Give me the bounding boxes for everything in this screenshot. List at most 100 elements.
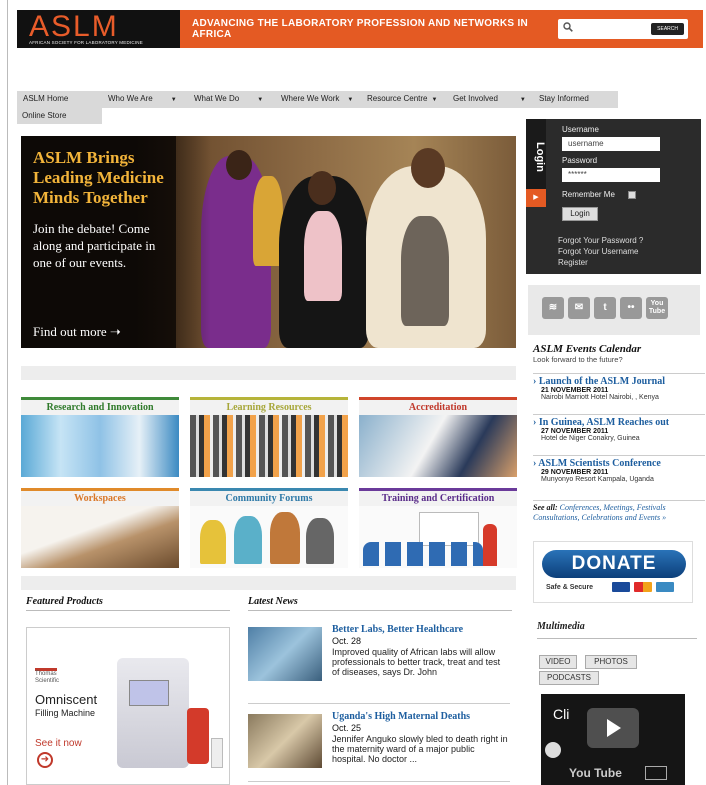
arrow-right-icon[interactable]: ➜: [37, 752, 53, 768]
nav-item-stay-informed[interactable]: Stay Informed: [539, 94, 589, 103]
event-title: › In Guinea, ASLM Reaches out: [533, 417, 670, 428]
event-date: 29 NOVEMBER 2011: [541, 469, 609, 476]
play-button[interactable]: [587, 708, 639, 748]
featured-product-card[interactable]: Thomas Scientific Omniscent Filling Mach…: [26, 627, 230, 785]
site-header: ASLM AFRICAN SOCIETY FOR LABORATORY MEDI…: [17, 10, 703, 48]
nav-item-online-store[interactable]: Online Store: [17, 108, 102, 124]
event-date: 27 NOVEMBER 2011: [541, 428, 609, 435]
book-desk-image: [21, 506, 179, 568]
news-title[interactable]: Better Labs, Better Healthcare: [332, 624, 463, 635]
tile-label: Research and Innovation: [21, 397, 179, 415]
multimedia-heading: Multimedia: [537, 621, 585, 632]
nav-label: What We Do: [194, 94, 240, 103]
hero-person-shirt: [304, 211, 342, 301]
multimedia-section: Multimedia: [537, 621, 697, 639]
tile-workspaces[interactable]: Workspaces: [21, 488, 179, 568]
event-title: › Launch of the ASLM Journal: [533, 376, 665, 387]
logo-subtitle: AFRICAN SOCIETY FOR LABORATORY MEDICINE: [29, 40, 143, 45]
nav-item-resource-centre[interactable]: Resource Centre ▼: [367, 94, 437, 103]
tab-photos[interactable]: PHOTOS: [585, 655, 637, 669]
hero-cta-link[interactable]: Find out more ➝: [33, 324, 121, 340]
nav-label: Where We Work: [281, 94, 340, 103]
tile-community-forums[interactable]: Community Forums: [190, 488, 348, 568]
remember-me-label: Remember Me: [562, 190, 615, 199]
login-arrow-icon[interactable]: ▶: [526, 189, 546, 207]
login-button[interactable]: Login: [562, 207, 598, 221]
vial-image: [211, 738, 223, 768]
username-field[interactable]: username: [562, 137, 660, 151]
nav-label: Stay Informed: [539, 94, 589, 103]
machine-screen: [129, 680, 169, 706]
people-illustration-image: [190, 506, 348, 568]
arrow-right-icon: ➝: [109, 324, 121, 339]
event-item[interactable]: › Launch of the ASLM Journal 21 NOVEMBER…: [533, 373, 705, 401]
divider-bar: [21, 576, 516, 590]
training-illustration-image: [359, 506, 517, 568]
event-place: Hotel de Niger Conakry, Guinea: [541, 435, 640, 442]
event-item[interactable]: › ASLM Scientists Conference 29 NOVEMBER…: [533, 455, 705, 483]
nav-item-get-involved[interactable]: Get Involved ▼: [453, 94, 526, 103]
register-link[interactable]: Register: [558, 258, 588, 267]
tile-label: Community Forums: [190, 488, 348, 506]
search-input[interactable]: SEARCH: [558, 19, 688, 39]
nav-item-who-we-are[interactable]: Who We Are ▼: [108, 94, 177, 103]
nav-label: Resource Centre: [367, 94, 428, 103]
events-see-all[interactable]: See all: Conferences, Meetings, Festival…: [533, 500, 705, 523]
progress-knob[interactable]: [545, 742, 561, 758]
social-icons: ≋ ✉ t •• You Tube: [528, 285, 700, 335]
featured-products-heading: Featured Products: [26, 596, 230, 611]
youtube-icon[interactable]: You Tube: [646, 297, 668, 319]
nav-label: Online Store: [22, 111, 67, 120]
logo-text: ASLM: [29, 10, 119, 43]
fullscreen-icon[interactable]: [645, 766, 667, 780]
latest-news-heading: Latest News: [248, 596, 512, 611]
remember-me-checkbox[interactable]: [628, 191, 636, 199]
search-button[interactable]: SEARCH: [651, 23, 684, 35]
hero-face: [226, 150, 252, 180]
events-title: ASLM Events Calendar: [533, 343, 642, 355]
twitter-icon[interactable]: t: [594, 297, 616, 319]
chevron-down-icon: ▼: [519, 97, 526, 103]
flickr-icon[interactable]: ••: [620, 297, 642, 319]
donate-panel[interactable]: DONATE Safe & Secure: [533, 541, 693, 603]
tile-label: Workspaces: [21, 488, 179, 506]
page-left-rule: [7, 0, 8, 785]
tile-accreditation[interactable]: Accreditation: [359, 397, 517, 477]
site-tagline: ADVANCING THE LABORATORY PROFESSION AND …: [192, 18, 529, 40]
product-cta-link[interactable]: See it now: [35, 738, 82, 749]
youtube-logo[interactable]: You Tube: [569, 766, 622, 780]
product-name: Omniscent: [35, 692, 98, 707]
hero-banner[interactable]: ASLM Brings Leading Medicine Minds Toget…: [21, 136, 516, 348]
video-title: Cli: [553, 706, 570, 722]
event-item[interactable]: › In Guinea, ASLM Reaches out 27 NOVEMBE…: [533, 414, 705, 442]
forgot-username-link[interactable]: Forgot Your Username: [558, 247, 639, 256]
nav-label: Who We Are: [108, 94, 153, 103]
donate-button[interactable]: DONATE: [542, 550, 686, 578]
event-place: Nairobi Marriott Hotel Nairobi, , Kenya: [541, 394, 659, 401]
email-icon[interactable]: ✉: [568, 297, 590, 319]
visa-card-icon: [612, 582, 630, 592]
hero-face: [411, 148, 445, 188]
product-brand: Thomas Scientific: [35, 668, 59, 684]
test-tubes-image: [21, 415, 179, 477]
tab-podcasts[interactable]: PODCASTS: [539, 671, 599, 685]
nav-label: ASLM Home: [23, 94, 69, 103]
hero-person-top: [401, 216, 449, 326]
news-title[interactable]: Uganda's High Maternal Deaths: [332, 711, 470, 722]
nav-item-home[interactable]: ASLM Home: [23, 94, 68, 103]
tile-research-innovation[interactable]: Research and Innovation: [21, 397, 179, 477]
tab-video[interactable]: VIDEO: [539, 655, 577, 669]
aslm-logo[interactable]: ASLM AFRICAN SOCIETY FOR LABORATORY MEDI…: [17, 10, 180, 48]
forgot-password-link[interactable]: Forgot Your Password ?: [558, 236, 643, 245]
nav-item-what-we-do[interactable]: What We Do ▼: [194, 94, 263, 103]
login-panel: Login ▶ Username username Password *****…: [526, 119, 701, 274]
chevron-down-icon: ▼: [431, 97, 438, 103]
rss-icon[interactable]: ≋: [542, 297, 564, 319]
video-player[interactable]: Cli You Tube: [541, 694, 685, 785]
tile-learning-resources[interactable]: Learning Resources: [190, 397, 348, 477]
search-icon: [563, 22, 573, 32]
password-field[interactable]: ******: [562, 168, 660, 182]
chevron-down-icon: ▼: [257, 97, 264, 103]
nav-item-where-we-work[interactable]: Where We Work ▼: [281, 94, 353, 103]
tile-training-certification[interactable]: Training and Certification: [359, 488, 517, 568]
